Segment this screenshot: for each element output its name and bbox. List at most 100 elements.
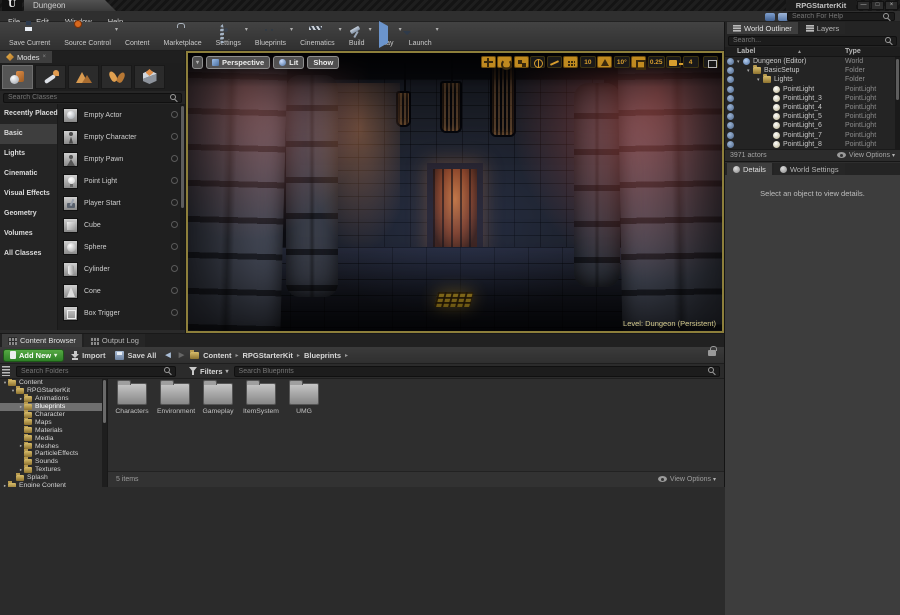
show-button[interactable]: Show [307,56,339,69]
toolbar-button[interactable]: Blueprints ▾ [248,22,293,50]
feedback-icon[interactable] [765,13,775,21]
placeable-item[interactable]: Cylinder [58,258,185,280]
outliner-scrollbar[interactable] [895,57,900,149]
placeable-item[interactable]: Cube [58,214,185,236]
placement-category[interactable]: Recently Placed [0,104,57,124]
search-assets-input[interactable] [235,367,719,376]
drag-grip-icon[interactable] [171,243,178,250]
add-new-button[interactable]: Add New ▾ [3,349,64,362]
content-browser-tab[interactable]: Output Log [84,334,145,347]
rotate-tool-button[interactable] [497,56,512,68]
visibility-eye-icon[interactable] [727,141,734,148]
perspective-button[interactable]: Perspective [206,56,270,69]
toolbar-button[interactable]: Source Control ▾ [57,22,118,50]
visibility-eye-icon[interactable] [727,67,734,74]
outliner-row[interactable]: PointLight_5 PointLight [725,112,900,121]
placeable-item[interactable]: Cone [58,280,185,302]
surface-snap-toggle[interactable] [547,56,562,68]
toolbar-button[interactable]: Play ▾ [372,22,402,50]
visibility-eye-icon[interactable] [727,86,734,93]
placement-scrollbar[interactable] [180,104,185,330]
world-space-toggle[interactable] [530,56,545,68]
drag-grip-icon[interactable] [171,177,178,184]
maximize-viewport-button[interactable] [703,56,718,68]
tree-scrollbar[interactable] [102,379,107,487]
cb-view-options[interactable]: View Options ▾ [658,476,716,483]
outliner-view-options[interactable]: View Options ▾ [837,152,895,159]
close-button[interactable]: × [885,1,898,10]
tree-folder-row[interactable]: ▸ Animations [0,395,107,403]
tree-folder-row[interactable]: Splash [0,474,107,482]
outliner-row[interactable]: PointLight_7 PointLight [725,131,900,140]
camera-speed-value[interactable]: 4 [683,56,699,68]
column-label[interactable]: Label [737,47,755,57]
tab-close-icon[interactable]: × [43,54,47,60]
filters-button[interactable]: Filters ▾ [184,367,234,376]
scale-snap-toggle[interactable] [631,56,646,68]
tree-folder-row[interactable]: ParticleEffects [0,450,107,458]
asset-folder[interactable]: UMG [286,383,322,415]
placement-category[interactable]: Visual Effects [0,184,57,204]
placeable-item[interactable]: Box Trigger [58,302,185,324]
visibility-eye-icon[interactable] [727,58,734,65]
placement-category[interactable]: Geometry [0,204,57,224]
outliner-row[interactable]: ▾ Lights Folder [725,75,900,84]
back-button[interactable]: ◀ [163,351,172,359]
grid-snap-value[interactable]: 10 [580,56,596,68]
lit-mode-button[interactable]: Lit [273,56,304,69]
breadcrumb-item[interactable]: Blueprints [304,351,341,360]
outliner-row[interactable]: ▾ BasicSetup Folder [725,66,900,75]
level-viewport[interactable]: ▾ Perspective Lit Show 10 10° 0.25 4 Lev… [186,51,724,333]
placeable-item[interactable]: Point Light [58,170,185,192]
import-button[interactable]: Import [68,351,108,360]
outliner-row[interactable]: PointLight_3 PointLight [725,94,900,103]
drag-grip-icon[interactable] [171,265,178,272]
save-all-button[interactable]: Save All [112,351,159,360]
outliner-row[interactable]: ▾ Dungeon (Editor) World [725,57,900,66]
tab-modes[interactable]: Modes × [0,51,52,63]
content-browser-tab[interactable]: Content Browser [2,334,82,347]
outliner-row[interactable]: PointLight PointLight [725,85,900,94]
outliner-tab[interactable]: World Outliner [727,22,798,34]
camera-speed-button[interactable] [666,56,681,68]
column-type[interactable]: Type [845,47,861,57]
placeable-item[interactable]: Empty Pawn [58,148,185,170]
placement-category[interactable]: Lights [0,144,57,164]
mode-button[interactable] [2,65,33,89]
placement-category[interactable]: All Classes [0,244,57,264]
details-tab[interactable]: Details [727,163,772,175]
placement-category[interactable]: Volumes [0,224,57,244]
outliner-row[interactable]: PointLight_8 PointLight [725,140,900,149]
tree-folder-row[interactable]: Sounds [0,458,107,466]
level-tab[interactable]: Dungeon [24,0,116,11]
rotation-snap-toggle[interactable] [597,56,612,68]
outliner-row[interactable]: PointLight_6 PointLight [725,121,900,130]
details-tab[interactable]: World Settings [774,163,845,175]
search-classes-input[interactable] [4,94,181,102]
placeable-item[interactable]: Sphere [58,236,185,258]
placement-category[interactable]: Basic [0,124,57,144]
lock-icon[interactable] [708,350,716,356]
scale-tool-button[interactable] [514,56,529,68]
tree-folder-row[interactable]: Media [0,434,107,442]
mode-button[interactable] [35,65,66,89]
outliner-row[interactable]: PointLight_4 PointLight [725,103,900,112]
tree-folder-row[interactable]: Materials [0,426,107,434]
search-folders-input[interactable] [17,367,175,376]
breadcrumb-item[interactable]: Content [203,351,231,360]
visibility-eye-icon[interactable] [727,122,734,129]
placeable-item[interactable]: Empty Actor [58,104,185,126]
toolbar-button[interactable]: Build ▾ [342,22,372,50]
mode-button[interactable] [101,65,132,89]
asset-folder[interactable]: Characters [114,383,150,415]
sort-ascending-icon[interactable]: ▲ [797,47,802,57]
drag-grip-icon[interactable] [171,133,178,140]
tree-folder-row[interactable]: Maps [0,418,107,426]
placeable-item[interactable]: Player Start [58,192,185,214]
tree-folder-row[interactable]: ▸ Blueprints [0,403,107,411]
mode-button[interactable] [134,65,165,89]
outliner-search-input[interactable] [729,37,896,45]
tree-folder-row[interactable]: Character [0,411,107,419]
tree-folder-row[interactable]: ▸ Meshes [0,442,107,450]
visibility-eye-icon[interactable] [727,104,734,111]
